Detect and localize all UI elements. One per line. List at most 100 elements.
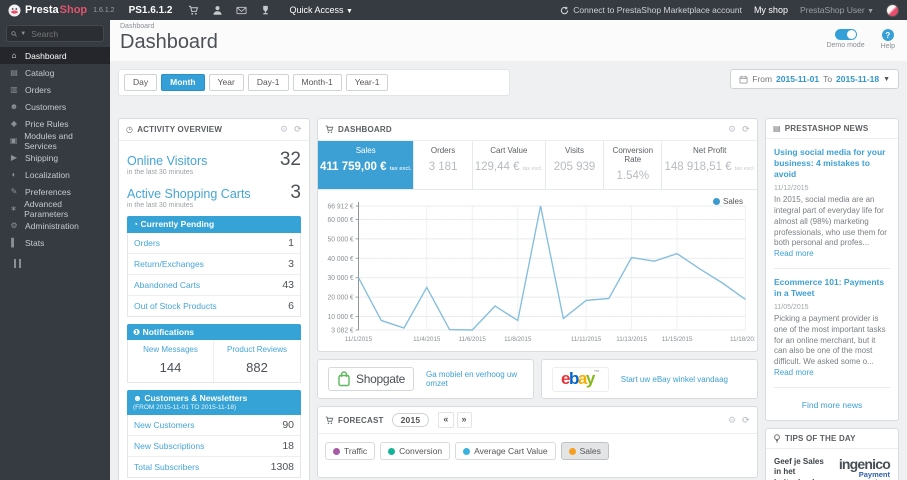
sidebar-item-modules[interactable]: ▣ Modules and Services (0, 131, 110, 151)
pending-row-orders: Orders 1 (128, 233, 300, 254)
legend-dot-icon (333, 447, 340, 455)
stat-conversion-rate[interactable]: Conversion Rate 1.54% (604, 141, 663, 189)
pending-row-abandoned-carts: Abandoned Carts 43 (128, 275, 300, 296)
sidebar-item-dashboard[interactable]: ⌂ Dashboard (0, 47, 110, 64)
brand-presta: Presta (25, 4, 59, 16)
my-shop-link[interactable]: My shop (754, 5, 788, 15)
clock-icon: ◷ (126, 125, 134, 134)
user-avatar[interactable] (886, 3, 899, 17)
news-item: Using social media for your business: 4 … (774, 147, 890, 260)
panel-refresh-icon[interactable]: ⟳ (742, 124, 750, 135)
cart-icon[interactable] (188, 5, 199, 16)
customer-icon[interactable] (212, 5, 223, 16)
shopgate-logo: Shopgate (328, 367, 414, 391)
forecast-legend-sales[interactable]: Sales (560, 442, 609, 460)
help-button[interactable]: ? Help (881, 29, 895, 50)
news-icon: ▤ (773, 124, 781, 133)
pending-row-returns: Return/Exchanges 3 (128, 254, 300, 275)
kpi-row: Sales 411 759,00 € tax excl. Orders 3 18… (318, 141, 757, 190)
panel-settings-icon[interactable]: ⚙ (728, 124, 736, 135)
ebay-banner: ebay™ Start uw eBay winkel vandaag (541, 359, 758, 399)
prestashop-news-panel: ▤ PRESTASHOP NEWS Using social media for… (765, 118, 899, 421)
find-more-news-link[interactable]: Find more news (774, 396, 890, 416)
sidebar-item-customers[interactable]: ☻ Customers (0, 98, 110, 115)
range-day-button[interactable]: Day (124, 74, 158, 91)
range-month-1-button[interactable]: Month-1 (292, 74, 342, 91)
sidebar-search[interactable]: ▼ (6, 25, 104, 42)
next-year-button[interactable]: » (456, 412, 472, 428)
svg-text:66 912 €: 66 912 € (327, 203, 353, 210)
range-month-button[interactable]: Month (161, 74, 205, 91)
sidebar-item-localization[interactable]: ◐ Localization (0, 166, 110, 183)
previous-year-button[interactable]: « (438, 412, 454, 428)
sidebar-item-stats[interactable]: ▌ Stats (0, 234, 110, 251)
svg-text:11/18/2015: 11/18/2015 (730, 336, 755, 343)
panel-refresh-icon[interactable]: ⟳ (742, 415, 750, 426)
panel-settings-icon[interactable]: ⚙ (280, 124, 288, 135)
forecast-legend-average-cart-value[interactable]: Average Cart Value (455, 442, 556, 460)
sidebar-item-advanced-parameters[interactable]: ∗ Advanced Parameters (0, 199, 110, 219)
page-title: Dashboard (120, 31, 218, 53)
stat-sales[interactable]: Sales 411 759,00 € tax excl. (318, 141, 415, 189)
messages-icon[interactable] (236, 5, 248, 16)
forecast-legend-conversion[interactable]: Conversion (380, 442, 451, 460)
prestashop-logo-icon (8, 4, 21, 17)
notifications-header: ❶ Notifications (127, 323, 301, 341)
active-carts-link[interactable]: Active Shopping Carts (127, 187, 251, 201)
read-more-link[interactable]: Read more (774, 249, 814, 258)
sidebar-item-catalog[interactable]: ▤ Catalog (0, 64, 110, 81)
customers-icon: ☻ (9, 102, 19, 111)
brand-version: 1.6.1.2 (93, 6, 115, 14)
sidebar-item-preferences[interactable]: ✎ Preferences (0, 183, 110, 200)
caret-down-icon: ▼ (346, 8, 353, 15)
forecast-legend-traffic[interactable]: Traffic (325, 442, 376, 460)
gear-icon: ⚙ (10, 221, 18, 230)
svg-text:50 000 €: 50 000 € (327, 236, 353, 243)
orders-icon: ▥ (10, 85, 18, 94)
line-chart: 11/1/2015 11/4/2015 11/6/2015 11/8/2015 11/1… (327, 202, 761, 343)
sidebar-item-orders[interactable]: ▥ Orders (0, 81, 110, 98)
range-year-1-button[interactable]: Year-1 (345, 74, 389, 91)
sidebar-item-administration[interactable]: ⚙ Administration (0, 217, 110, 234)
svg-text:60 000 €: 60 000 € (327, 217, 353, 224)
quick-access-menu[interactable]: Quick Access ▼ (289, 5, 352, 15)
tip-heading: Geef je Sales in het buitenland een Boos… (774, 456, 824, 480)
news-item-title[interactable]: Using social media for your business: 4 … (774, 147, 890, 180)
date-range-picker[interactable]: From 2015-11-01 To 2015-11-18 ▼ (730, 69, 899, 89)
trophy-icon[interactable] (260, 5, 271, 16)
stat-net-profit[interactable]: Net Profit 148 918,51 € tax excl. (662, 141, 757, 189)
date-range-buttons: Day Month Year Day-1 Month-1 Year-1 (118, 69, 510, 96)
read-more-link[interactable]: Read more (774, 368, 814, 377)
search-icon (11, 30, 17, 37)
user-menu[interactable]: PrestaShop User ▼ (800, 5, 874, 15)
range-year-button[interactable]: Year (208, 74, 244, 91)
stat-cart-value[interactable]: Cart Value 129,44 € tax excl. (473, 141, 546, 189)
sidebar-item-shipping[interactable]: ▶ Shipping (0, 149, 110, 166)
brand[interactable]: Presta Shop 1.6.1.2 (25, 4, 115, 16)
shopgate-banner: Shopgate Ga mobiel en verhoog uw omzet (317, 359, 534, 399)
customers-row-new-customers: New Customers 90 (128, 415, 300, 436)
marketplace-link[interactable]: Connect to PrestaShop Marketplace accoun… (560, 5, 742, 15)
online-visitors-link[interactable]: Online Visitors (127, 154, 207, 168)
demo-mode-toggle[interactable]: Demo mode (826, 29, 865, 49)
pending-row-out-of-stock: Out of Stock Products 6 (134, 299, 294, 312)
stat-orders[interactable]: Orders 3 181 (414, 141, 473, 189)
collapse-sidebar-icon[interactable] (14, 259, 21, 268)
toggle-on-icon[interactable] (834, 29, 857, 40)
news-item-title[interactable]: Ecommerce 101: Payments in a Tweet (774, 277, 890, 299)
breadcrumb: Dashboard (120, 23, 155, 30)
forecast-year-badge: 2015 (391, 413, 430, 427)
shopgate-link[interactable]: Ga mobiel en verhoog uw omzet (426, 370, 523, 388)
svg-text:11/11/2015: 11/11/2015 (571, 336, 602, 343)
range-day-1-button[interactable]: Day-1 (247, 74, 289, 91)
ebay-link[interactable]: Start uw eBay winkel vandaag (621, 375, 728, 384)
sidebar-item-price-rules[interactable]: ◆ Price Rules (0, 115, 110, 132)
home-icon: ⌂ (11, 51, 17, 60)
panel-settings-icon[interactable]: ⚙ (728, 415, 736, 426)
svg-text:20 000 €: 20 000 € (327, 295, 353, 302)
stat-visits[interactable]: Visits 205 939 (546, 141, 605, 189)
top-bar: Presta Shop 1.6.1.2 PS1.6.1.2 Quick Acces… (0, 0, 907, 20)
search-input[interactable] (29, 27, 99, 40)
panel-refresh-icon[interactable]: ⟳ (294, 124, 302, 135)
svg-text:10 000 €: 10 000 € (327, 314, 353, 321)
